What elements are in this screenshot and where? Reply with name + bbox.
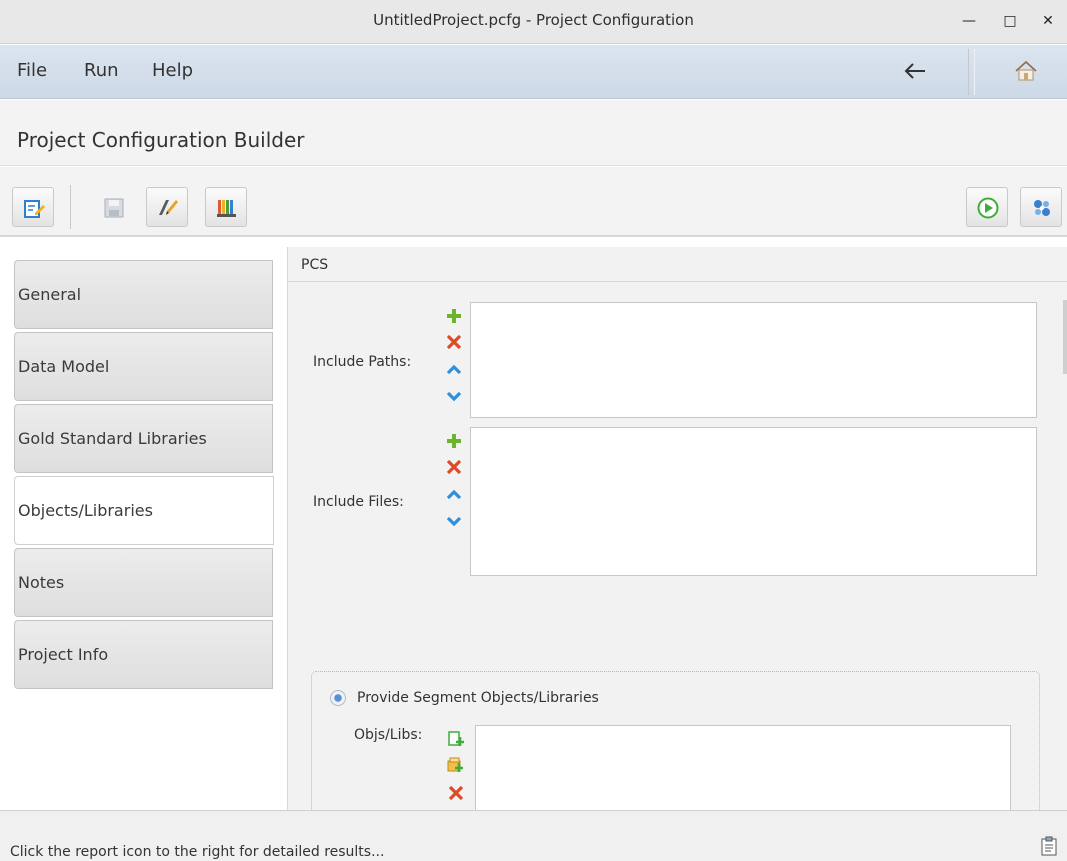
status-text: Click the report icon to the right for d…: [10, 844, 385, 860]
remove-file-icon[interactable]: [445, 459, 463, 475]
provide-segment-radio[interactable]: [330, 690, 346, 706]
menu-bar: File Run Help: [0, 45, 1067, 99]
include-files-list[interactable]: [470, 427, 1037, 576]
tab-notes[interactable]: Notes: [14, 548, 273, 617]
tab-label: Project Info: [18, 645, 109, 664]
include-files-label: Include Files:: [313, 494, 404, 510]
back-arrow-icon[interactable]: [903, 62, 927, 84]
objs-libs-list[interactable]: [475, 725, 1011, 821]
page-heading: Project Configuration Builder: [0, 100, 1067, 166]
pencil-button[interactable]: [146, 187, 188, 227]
tab-label: Data Model: [18, 357, 110, 376]
window-title: UntitledProject.pcfg - Project Configura…: [373, 11, 694, 29]
title-bar: UntitledProject.pcfg - Project Configura…: [0, 0, 1067, 44]
close-button[interactable]: ✕: [1034, 8, 1062, 34]
minimize-button[interactable]: —: [955, 8, 983, 34]
tab-label: Notes: [18, 573, 65, 592]
include-paths-list[interactable]: [470, 302, 1037, 418]
page-title: Project Configuration Builder: [17, 128, 305, 152]
section-title: PCS: [301, 257, 329, 273]
add-file-icon[interactable]: [445, 433, 463, 449]
provide-segment-label[interactable]: Provide Segment Objects/Libraries: [357, 690, 599, 706]
run-button[interactable]: [966, 187, 1008, 227]
menu-run[interactable]: Run: [84, 60, 119, 81]
add-object-icon[interactable]: [447, 731, 465, 747]
settings-button[interactable]: [1020, 187, 1062, 227]
scrollbar-thumb[interactable]: [1063, 300, 1067, 374]
menu-help[interactable]: Help: [152, 60, 193, 81]
settings-icon: [1034, 200, 1050, 216]
tab-gold-standard-libraries[interactable]: Gold Standard Libraries: [14, 404, 273, 473]
include-paths-label: Include Paths:: [313, 354, 412, 370]
menu-file[interactable]: File: [17, 60, 47, 81]
add-library-icon[interactable]: [447, 757, 465, 773]
remove-path-icon[interactable]: [445, 334, 463, 350]
status-bar: Click the report icon to the right for d…: [0, 810, 1067, 861]
maximize-button[interactable]: □: [996, 8, 1024, 34]
move-file-up-icon[interactable]: [445, 487, 463, 503]
toolbar-separator: [70, 185, 71, 229]
sidebar: General Data Model Gold Standard Librari…: [0, 238, 287, 810]
tab-general[interactable]: General: [14, 260, 273, 329]
report-icon[interactable]: [1041, 836, 1057, 860]
objs-libs-label: Objs/Libs:: [354, 727, 423, 743]
columns-icon: [217, 200, 236, 217]
tab-label: Gold Standard Libraries: [18, 429, 207, 448]
tab-project-info[interactable]: Project Info: [14, 620, 273, 689]
toolbar: [0, 167, 1067, 237]
section-header: PCS: [288, 247, 1067, 282]
move-file-down-icon[interactable]: [445, 513, 463, 529]
move-path-up-icon[interactable]: [445, 362, 463, 378]
save-icon: [104, 198, 124, 218]
move-path-down-icon[interactable]: [445, 388, 463, 404]
tab-objects-libraries[interactable]: Objects/Libraries: [14, 476, 274, 545]
nav-separator: [968, 49, 975, 95]
edit-config-icon: [24, 200, 45, 218]
run-icon: [977, 197, 999, 219]
remove-object-icon[interactable]: [447, 785, 465, 801]
save-button[interactable]: [92, 187, 134, 227]
home-icon[interactable]: [1014, 60, 1038, 86]
pencil-icon: [159, 200, 178, 215]
tab-data-model[interactable]: Data Model: [14, 332, 273, 401]
columns-button[interactable]: [205, 187, 247, 227]
edit-config-button[interactable]: [12, 187, 54, 227]
tab-label: General: [18, 285, 82, 304]
add-path-icon[interactable]: [445, 308, 463, 324]
tab-label: Objects/Libraries: [18, 501, 153, 520]
